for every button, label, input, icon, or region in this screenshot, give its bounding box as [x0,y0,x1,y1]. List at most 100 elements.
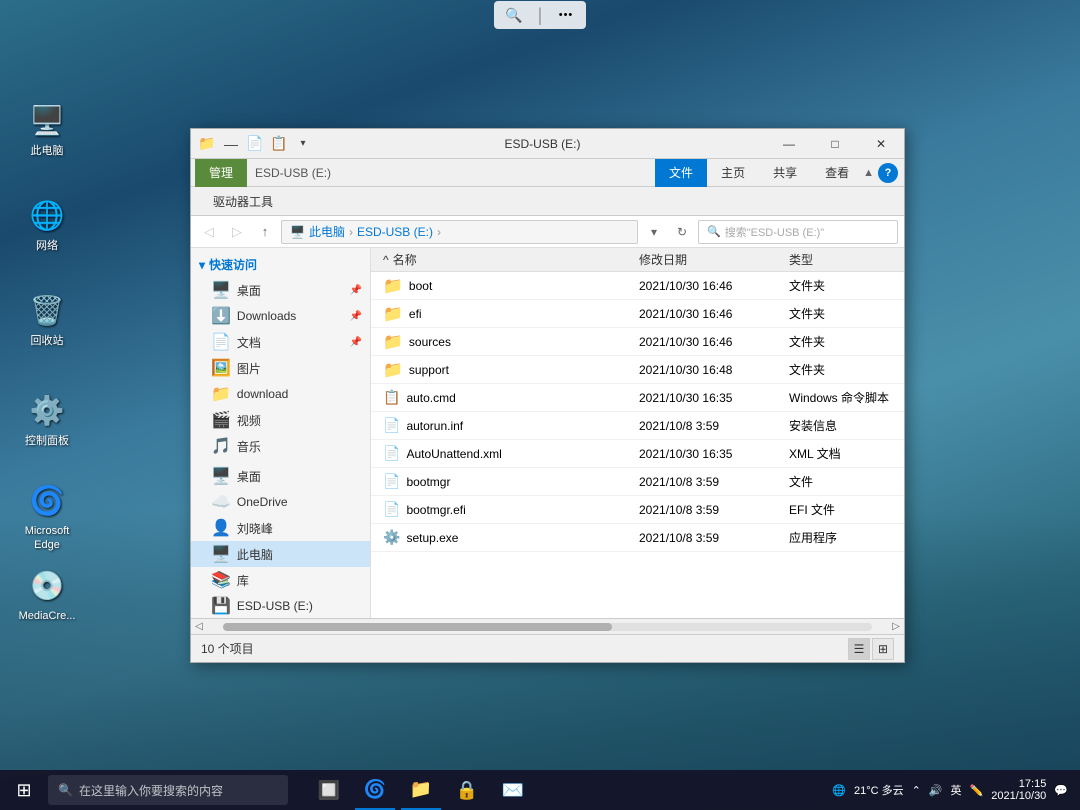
file-row[interactable]: 📄 AutoUnattend.xml 2021/10/30 16:35 XML … [371,440,904,468]
file-type-6: XML 文档 [789,445,904,462]
more-options-icon[interactable]: ••• [554,4,578,26]
file-row[interactable]: 📋 auto.cmd 2021/10/30 16:35 Windows 命令脚本… [371,384,904,412]
up-button[interactable]: ↑ [253,220,277,244]
date-display: 2021/10/30 [991,790,1046,802]
sidebar-item-this-pc[interactable]: 🖥️ 此电脑 [191,541,370,567]
col-type-label[interactable]: 类型 [789,251,904,268]
desktop-icon: 🖥️ [211,280,231,300]
expand-toolbar-icon[interactable]: ▾ [293,134,313,154]
sidebar-item-library[interactable]: 📚 库 [191,567,370,593]
file-row[interactable]: 📁 boot 2021/10/30 16:46 文件夹 [371,272,904,300]
notification-icon[interactable]: 💬 [1054,784,1068,797]
path-pc[interactable]: 此电脑 [309,223,345,240]
file-name-0: boot [409,279,432,293]
window-title: ESD-USB (E:) [319,137,766,151]
taskbar-clock[interactable]: 17:15 2021/10/30 [991,778,1046,802]
desktop-icon-edge[interactable]: 🌀 Microsoft Edge [12,480,82,553]
edge-icon: 🌀 [27,480,67,520]
desktop-label: 桌面 [237,282,261,299]
desktop-icon-control-panel[interactable]: ⚙️ 控制面板 [12,390,82,448]
file-date-0: 2021/10/30 16:46 [639,279,789,293]
close-button[interactable]: ✕ [858,129,904,159]
file-row[interactable]: 📁 efi 2021/10/30 16:46 文件夹 [371,300,904,328]
pictures-label: 图片 [237,360,261,377]
search-box[interactable]: 🔍 搜索"ESD-USB (E:)" [698,220,898,244]
search-box-placeholder: 搜索"ESD-USB (E:)" [725,224,824,240]
tab-文件[interactable]: 文件 [655,159,707,187]
edge-taskbar-button[interactable]: 🌀 [355,770,395,810]
explorer-window: 📁 — 📄 📋 ▾ ESD-USB (E:) — □ ✕ 管理 ESD-USB … [190,128,905,663]
address-path[interactable]: 🖥️ 此电脑 › ESD-USB (E:) › [281,220,638,244]
file-row[interactable]: 📄 bootmgr 2021/10/8 3:59 文件 427 K [371,468,904,496]
user-icon: 👤 [211,518,231,538]
file-row[interactable]: ⚙️ setup.exe 2021/10/8 3:59 应用程序 93 K [371,524,904,552]
network-icon: 🌐 [27,195,67,235]
file-row[interactable]: 📁 support 2021/10/30 16:48 文件夹 [371,356,904,384]
expand-icon[interactable]: ▲ [863,167,874,179]
quick-access-header[interactable]: ▾ 快速访问 [191,252,370,277]
tab-manage[interactable]: 管理 [195,159,247,187]
pen-icon[interactable]: ✏️ [970,784,984,797]
forward-button[interactable]: ▷ [225,220,249,244]
back-button[interactable]: ◁ [197,220,221,244]
videos-label: 视频 [237,412,261,429]
file-row[interactable]: 📁 sources 2021/10/30 16:46 文件夹 [371,328,904,356]
desktop-icon-my-computer[interactable]: 🖥️ 此电脑 [12,100,82,158]
file-date-3: 2021/10/30 16:48 [639,363,789,377]
mail-button[interactable]: ✉️ [493,770,533,810]
address-dropdown-icon[interactable]: ▾ [642,220,666,244]
explorer-taskbar-button[interactable]: 📁 [401,770,441,810]
tab-共享[interactable]: 共享 [759,159,811,187]
documents-label: 文档 [237,334,261,351]
maximize-button[interactable]: □ [812,129,858,159]
restore-down-icon[interactable]: — [221,134,241,154]
start-button[interactable]: ⊞ [0,770,48,810]
mediacre-icon: 💿 [27,565,67,605]
details-view-button[interactable]: ☰ [848,638,870,660]
minimize-button[interactable]: — [766,129,812,159]
file-date-8: 2021/10/8 3:59 [639,503,789,517]
refresh-button[interactable]: ↻ [670,220,694,244]
desktop-icon-mediacre[interactable]: 💿 MediaCre... [12,565,82,623]
file-type-0: 文件夹 [789,277,904,294]
tab-drive-tools[interactable]: 驱动器工具 [199,187,287,215]
caret-up-icon[interactable]: ⌃ [912,784,921,797]
file-date-1: 2021/10/30 16:46 [639,307,789,321]
sidebar-item-desktop2[interactable]: 🖥️ 桌面 [191,463,370,489]
tab-主页[interactable]: 主页 [707,159,759,187]
taskbar-search[interactable]: 🔍 在这里输入你要搜索的内容 [48,775,288,805]
lock-button[interactable]: 🔒 [447,770,487,810]
sidebar-item-esd-usb[interactable]: 💾 ESD-USB (E:) [191,593,370,618]
tab-查看[interactable]: 查看 [811,159,863,187]
task-view-button[interactable]: 🔲 [309,770,349,810]
horizontal-scrollbar[interactable]: ◁ ▷ [191,618,904,634]
sidebar-item-music[interactable]: 🎵 音乐 [191,433,370,459]
file-type-2: 文件夹 [789,333,904,350]
file-row[interactable]: 📄 autorun.inf 2021/10/8 3:59 安装信息 1 K [371,412,904,440]
file-type-4: Windows 命令脚本 [789,389,904,406]
file-icon-3: 📁 [383,360,403,380]
col-date-label[interactable]: 修改日期 [639,251,789,268]
large-icons-view-button[interactable]: ⊞ [872,638,894,660]
help-button[interactable]: ? [878,163,898,183]
sidebar-item-desktop[interactable]: 🖥️ 桌面 📌 [191,277,370,303]
language-indicator[interactable]: 英 [951,782,962,798]
speaker-icon[interactable]: 🔊 [929,784,943,797]
sidebar-item-downloads[interactable]: ⬇️ Downloads 📌 [191,303,370,329]
search-icon[interactable]: 🔍 [502,4,526,26]
path-drive[interactable]: ESD-USB (E:) [357,225,433,239]
taskbar-right: 🌐 21°C 多云 ⌃ 🔊 英 ✏️ 17:15 2021/10/30 💬 [820,778,1080,802]
file-row[interactable]: 📄 bootmgr.efi 2021/10/8 3:59 EFI 文件 1,95… [371,496,904,524]
col-name-label[interactable]: 名称 [393,251,417,268]
sidebar-item-user[interactable]: 👤 刘晓峰 [191,515,370,541]
sidebar-item-onedrive[interactable]: ☁️ OneDrive [191,489,370,515]
sidebar-item-pictures[interactable]: 🖼️ 图片 [191,355,370,381]
sidebar-item-videos[interactable]: 🎬 视频 [191,407,370,433]
sidebar-item-download2[interactable]: 📁 download [191,381,370,407]
desktop: 🖥️ 此电脑 🌐 网络 🗑️ 回收站 ⚙️ 控制面板 🌀 Microsoft E… [0,0,1080,810]
properties-icon[interactable]: 📋 [269,134,289,154]
sidebar-item-documents[interactable]: 📄 文档 📌 [191,329,370,355]
desktop-icon-network[interactable]: 🌐 网络 [12,195,82,253]
quick-access-toolbar-new[interactable]: 📄 [245,134,265,154]
desktop-icon-recycle-bin[interactable]: 🗑️ 回收站 [12,290,82,348]
